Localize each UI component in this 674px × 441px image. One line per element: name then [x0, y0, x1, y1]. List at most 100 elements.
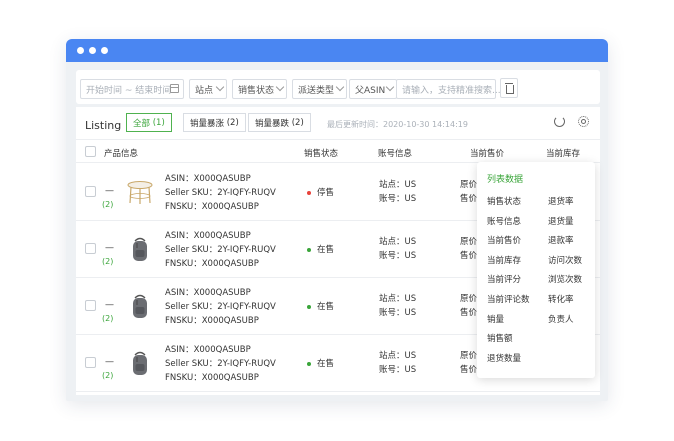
site-text: 站点：US — [379, 180, 417, 190]
asin-text: ASIN：X000QASUBP — [165, 345, 251, 355]
product-info: ASIN：X000QASUBP Seller SKU：2Y-IQFY-RUQV FN… — [165, 343, 276, 385]
tab-sales-plunge[interactable]: 销量暴跌 (2) — [248, 113, 311, 132]
price-info: 原价 售价 — [460, 349, 477, 377]
account-text: 账号：US — [379, 251, 417, 261]
asin-text: ASIN：X000QASUBP — [165, 174, 251, 184]
site-select[interactable]: 站点 — [189, 79, 227, 99]
trash-icon[interactable] — [500, 78, 518, 98]
column-menu-item[interactable]: 退货数量 — [487, 352, 521, 364]
gear-icon[interactable] — [578, 116, 589, 127]
column-menu-item[interactable]: 销量 — [487, 313, 504, 325]
fnsku-text: FNSKU：X000QASUBP — [165, 373, 259, 383]
account-text: 账号：US — [379, 365, 417, 375]
tab-sales-plunge-label: 销量暴跌 — [255, 118, 290, 129]
chevron-down-icon — [385, 82, 395, 92]
fnsku-text: FNSKU：X000QASUBP — [165, 259, 259, 269]
parent-asin-select[interactable]: 父ASIN — [349, 79, 397, 99]
product-info: ASIN：X000QASUBP Seller SKU：2Y-IQFY-RUQV FN… — [165, 172, 276, 214]
column-menu-item[interactable]: 浏览次数 — [548, 273, 582, 285]
tab-all-count: (1) — [152, 117, 165, 128]
seller-sku-text: Seller SKU：2Y-IQFY-RUQV — [165, 302, 276, 312]
collapse-dash[interactable]: — — [105, 186, 114, 196]
col-current-stock: 当前库存 — [546, 149, 581, 159]
column-menu-item[interactable]: 当前评分 — [487, 273, 521, 285]
column-menu-item[interactable]: 转化率 — [548, 293, 574, 305]
sale-price-label: 售价 — [460, 251, 478, 261]
fnsku-text: FNSKU：X000QASUBP — [165, 202, 259, 212]
date-range-picker[interactable]: 开始时间 ~ 结束时间 — [80, 79, 184, 99]
price-info: 原价 售价 — [460, 235, 477, 263]
delivery-type-select[interactable]: 派送类型 — [292, 79, 347, 99]
column-menu-item[interactable]: 账号信息 — [487, 215, 521, 227]
variant-count: (2) — [102, 371, 114, 380]
sale-status-select[interactable]: 销售状态 — [232, 79, 287, 99]
status-dot-icon — [307, 304, 311, 309]
window-titlebar — [66, 39, 608, 62]
chevron-down-icon — [215, 82, 225, 92]
listing-title: Listing — [85, 119, 122, 132]
column-menu-item[interactable]: 访问次数 — [548, 254, 582, 266]
column-menu-item[interactable]: 负责人 — [548, 313, 574, 325]
filter-bar: 开始时间 ~ 结束时间 站点 销售状态 派送类型 父ASIN 请输入，支持精准搜… — [76, 70, 600, 104]
account-info: 站点：US 账号：US — [379, 235, 416, 263]
row-checkbox[interactable] — [85, 186, 96, 197]
sale-status-label: 销售状态 — [238, 85, 275, 96]
column-menu-item[interactable]: 当前库存 — [487, 254, 521, 266]
price-info: 原价 售价 — [460, 178, 477, 206]
collapse-dash[interactable]: — — [105, 243, 114, 253]
tab-sales-surge-label: 销量暴涨 — [190, 118, 225, 129]
tab-sales-plunge-count: (2) — [291, 117, 304, 128]
status-dot-icon — [307, 247, 311, 252]
table-icon — [127, 181, 153, 204]
variant-count: (2) — [102, 200, 114, 209]
account-text: 账号：US — [379, 194, 417, 204]
status-text: 在售 — [317, 245, 335, 255]
status-badge: 在售 — [307, 300, 334, 312]
refresh-icon[interactable] — [554, 116, 565, 127]
status-badge: 在售 — [307, 357, 334, 369]
tab-sales-surge[interactable]: 销量暴涨 (2) — [183, 113, 246, 132]
col-current-price: 当前售价 — [470, 149, 505, 159]
column-menu-item[interactable]: 退款率 — [548, 234, 574, 246]
calendar-icon — [170, 84, 179, 93]
row-checkbox[interactable] — [85, 300, 96, 311]
tab-all[interactable]: 全部 (1) — [126, 113, 172, 132]
product-info: ASIN：X000QASUBP Seller SKU：2Y-IQFY-RUQV FN… — [165, 286, 276, 328]
original-price-label: 原价 — [460, 237, 478, 247]
column-menu-item[interactable]: 退货率 — [548, 195, 574, 207]
account-info: 站点：US 账号：US — [379, 349, 416, 377]
status-badge: 停售 — [307, 186, 334, 198]
row-checkbox[interactable] — [85, 243, 96, 254]
row-checkbox[interactable] — [85, 357, 96, 368]
sale-price-label: 售价 — [460, 308, 478, 318]
column-menu-title: 列表数据 — [487, 175, 524, 185]
collapse-dash[interactable]: — — [105, 300, 114, 310]
tab-all-label: 全部 — [133, 118, 151, 129]
search-input[interactable]: 请输入，支持精准搜索... — [396, 79, 501, 99]
collapse-dash[interactable]: — — [105, 357, 114, 367]
status-badge: 在售 — [307, 243, 334, 255]
column-menu-item[interactable]: 销售额 — [487, 332, 513, 344]
select-all-checkbox[interactable] — [85, 146, 96, 157]
backpack-icon — [133, 351, 147, 375]
column-menu-item[interactable]: 销售状态 — [487, 195, 521, 207]
delivery-type-label: 派送类型 — [298, 85, 335, 96]
column-menu-item[interactable]: 当前评论数 — [487, 293, 530, 305]
column-menu-item[interactable]: 退货量 — [548, 215, 574, 227]
col-sale-status: 销售状态 — [304, 149, 339, 159]
tab-sales-surge-count: (2) — [226, 117, 239, 128]
table-header: 产品信息 销售状态 账号信息 当前售价 当前库存 — [76, 139, 600, 163]
original-price-label: 原价 — [460, 351, 478, 361]
column-settings-menu: 列表数据 销售状态账号信息当前售价当前库存当前评分当前评论数销量销售额退货数量 退… — [477, 162, 595, 378]
status-text: 在售 — [317, 302, 335, 312]
asin-text: ASIN：X000QASUBP — [165, 288, 251, 298]
status-dot-icon — [307, 361, 311, 366]
account-text: 账号：US — [379, 308, 417, 318]
date-range-text: 开始时间 ~ 结束时间 — [86, 85, 172, 96]
window-dot-icon — [77, 47, 84, 54]
seller-sku-text: Seller SKU：2Y-IQFY-RUQV — [165, 359, 276, 369]
seller-sku-text: Seller SKU：2Y-IQFY-RUQV — [165, 188, 276, 198]
column-menu-item[interactable]: 当前售价 — [487, 234, 521, 246]
variant-count: (2) — [102, 314, 114, 323]
original-price-label: 原价 — [460, 294, 478, 304]
